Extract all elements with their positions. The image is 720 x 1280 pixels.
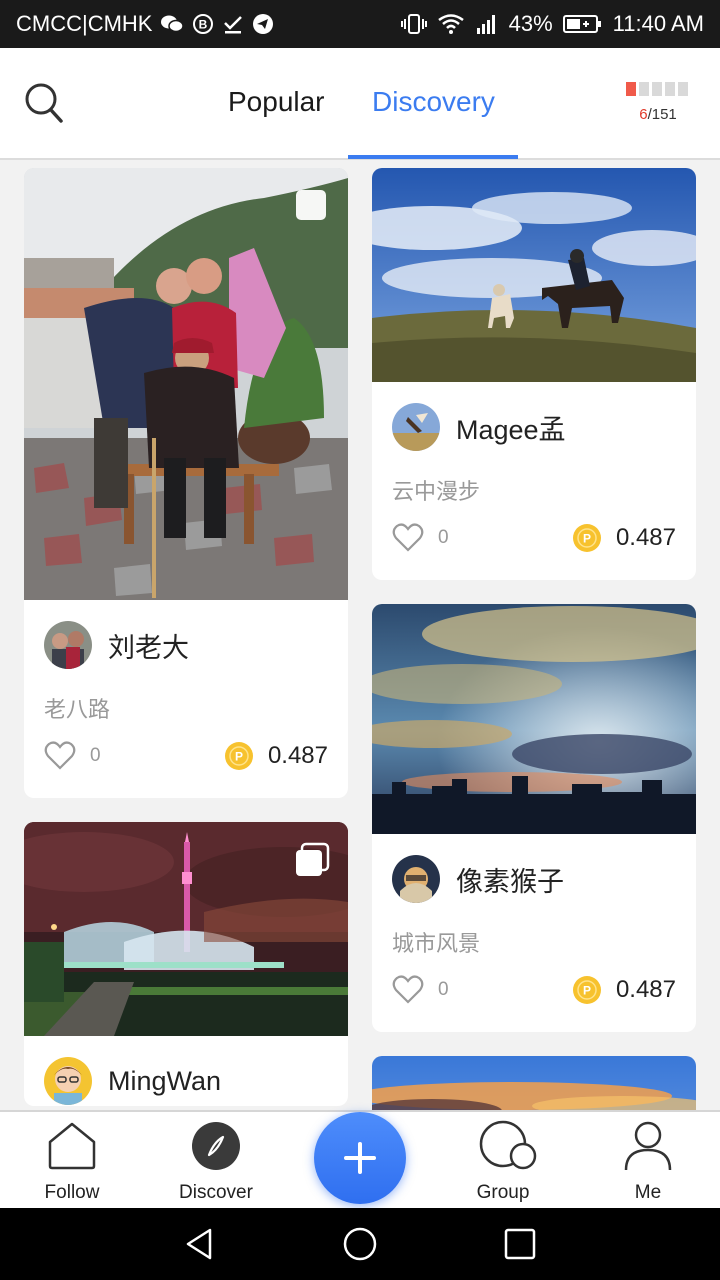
compass-icon bbox=[190, 1120, 242, 1172]
carrier-label: CMCC|CMHK bbox=[16, 11, 153, 36]
coin-icon: P bbox=[572, 523, 602, 553]
like-count: 0 bbox=[438, 979, 449, 1000]
discovery-feed[interactable]: 刘老大 老八路 0 P 0.487 MingWan Magee孟 云中漫步 0 … bbox=[0, 162, 720, 1110]
avatar[interactable] bbox=[392, 403, 440, 451]
progress-total: /151 bbox=[647, 106, 677, 123]
progress-bars bbox=[626, 82, 690, 96]
reward-value: 0.487 bbox=[615, 976, 676, 1003]
post-meta-row: 0 P 0.487 bbox=[44, 736, 328, 776]
post-meta-row: 0 P 0.487 bbox=[392, 518, 676, 558]
coin-icon: P bbox=[224, 741, 254, 771]
avatar[interactable] bbox=[392, 855, 440, 903]
home-icon bbox=[46, 1120, 98, 1172]
coin-icon: P bbox=[572, 975, 602, 1005]
search-icon[interactable] bbox=[24, 82, 64, 126]
single-image-icon bbox=[294, 188, 330, 224]
author-row[interactable]: MingWan bbox=[44, 1056, 328, 1106]
author-name[interactable]: Magee孟 bbox=[456, 408, 566, 447]
svg-text:B: B bbox=[199, 18, 208, 32]
b-badge-icon: B bbox=[192, 13, 214, 35]
battery-charging-icon bbox=[562, 13, 603, 35]
post-card[interactable]: Magee孟 云中漫步 0 P 0.487 bbox=[372, 168, 696, 580]
recent-apps-icon[interactable] bbox=[502, 1226, 538, 1262]
nav-discover[interactable]: Discover bbox=[166, 1120, 266, 1204]
avatar[interactable] bbox=[44, 621, 92, 669]
post-image[interactable] bbox=[372, 604, 696, 834]
multi-image-icon bbox=[294, 842, 330, 878]
nav-group[interactable]: Group bbox=[453, 1120, 553, 1204]
svg-text:P: P bbox=[583, 532, 591, 546]
avatar[interactable] bbox=[44, 1057, 92, 1105]
svg-text:P: P bbox=[235, 750, 243, 764]
battery-percent: 43% bbox=[508, 11, 553, 36]
heart-icon[interactable] bbox=[392, 975, 424, 1005]
home-circle-icon[interactable] bbox=[342, 1226, 378, 1262]
reward-value: 0.487 bbox=[615, 524, 676, 551]
app-screen: CMCC|CMHK B 43% 11:40 AM Popular Discove… bbox=[0, 0, 720, 1280]
svg-text:P: P bbox=[583, 984, 591, 998]
author-name[interactable]: 刘老大 bbox=[108, 626, 189, 665]
author-name[interactable]: 像素猴子 bbox=[456, 860, 564, 899]
create-post-button[interactable] bbox=[314, 1112, 406, 1204]
like-count: 0 bbox=[90, 745, 101, 766]
vibrate-icon bbox=[400, 12, 427, 36]
person-icon bbox=[622, 1120, 674, 1172]
download-check-icon bbox=[222, 13, 244, 35]
heart-icon[interactable] bbox=[44, 741, 76, 771]
post-title: 城市风景 bbox=[392, 931, 481, 956]
top-header: Popular Discovery 6/151 bbox=[0, 48, 720, 160]
back-icon[interactable] bbox=[182, 1226, 218, 1262]
nav-label: Follow bbox=[44, 1182, 100, 1203]
nav-me[interactable]: Me bbox=[598, 1120, 698, 1204]
author-row[interactable]: 像素猴子 bbox=[392, 854, 676, 904]
tab-popular[interactable]: Popular bbox=[228, 86, 325, 118]
post-image[interactable] bbox=[372, 168, 696, 382]
author-row[interactable]: Magee孟 bbox=[392, 402, 676, 452]
telegram-icon bbox=[252, 13, 274, 35]
heart-icon[interactable] bbox=[392, 523, 424, 553]
post-card[interactable]: MingWan bbox=[24, 822, 348, 1106]
nav-label: Me bbox=[634, 1182, 662, 1203]
signal-icon bbox=[475, 13, 499, 35]
post-card[interactable]: 刘老大 老八路 0 P 0.487 bbox=[24, 168, 348, 798]
wechat-icon bbox=[160, 14, 185, 34]
wifi-icon bbox=[437, 13, 465, 35]
post-card-body: Magee孟 云中漫步 0 P 0.487 bbox=[372, 382, 696, 558]
nav-label: Group bbox=[476, 1182, 530, 1203]
progress-current: 6 bbox=[639, 106, 648, 123]
post-title: 云中漫步 bbox=[392, 479, 481, 504]
author-row[interactable]: 刘老大 bbox=[44, 620, 328, 670]
post-meta-row: 0 P 0.487 bbox=[392, 970, 676, 1010]
progress-text: 6/151 bbox=[626, 106, 690, 123]
nav-label: Discover bbox=[179, 1182, 253, 1203]
clock: 11:40 AM bbox=[612, 11, 704, 36]
group-icon bbox=[477, 1120, 537, 1172]
nav-follow[interactable]: Follow bbox=[22, 1120, 122, 1204]
post-card[interactable]: 像素猴子 城市风景 0 P 0.487 bbox=[372, 604, 696, 1032]
progress-badge[interactable]: 6/151 bbox=[626, 82, 690, 123]
post-card-body: 像素猴子 城市风景 0 P 0.487 bbox=[372, 834, 696, 1010]
post-image[interactable] bbox=[24, 168, 348, 600]
feed-column-right: Magee孟 云中漫步 0 P 0.487 像素猴子 城市风景 0 P 0.48… bbox=[372, 168, 696, 1110]
post-image[interactable] bbox=[24, 822, 348, 1036]
post-image[interactable] bbox=[372, 1056, 696, 1110]
tab-discovery[interactable]: Discovery bbox=[372, 86, 495, 118]
post-card[interactable] bbox=[372, 1056, 696, 1110]
post-title: 老八路 bbox=[44, 697, 111, 722]
active-tab-indicator bbox=[348, 155, 518, 159]
system-nav-bar bbox=[0, 1208, 720, 1280]
like-count: 0 bbox=[438, 527, 449, 548]
reward-value: 0.487 bbox=[267, 742, 328, 769]
status-bar: CMCC|CMHK B 43% 11:40 AM bbox=[0, 0, 720, 48]
post-card-body: 刘老大 老八路 0 P 0.487 bbox=[24, 600, 348, 776]
plus-icon bbox=[344, 1142, 376, 1174]
feed-column-left: 刘老大 老八路 0 P 0.487 MingWan bbox=[24, 168, 348, 1110]
author-name[interactable]: MingWan bbox=[108, 1066, 221, 1097]
post-card-body: MingWan bbox=[24, 1036, 348, 1106]
